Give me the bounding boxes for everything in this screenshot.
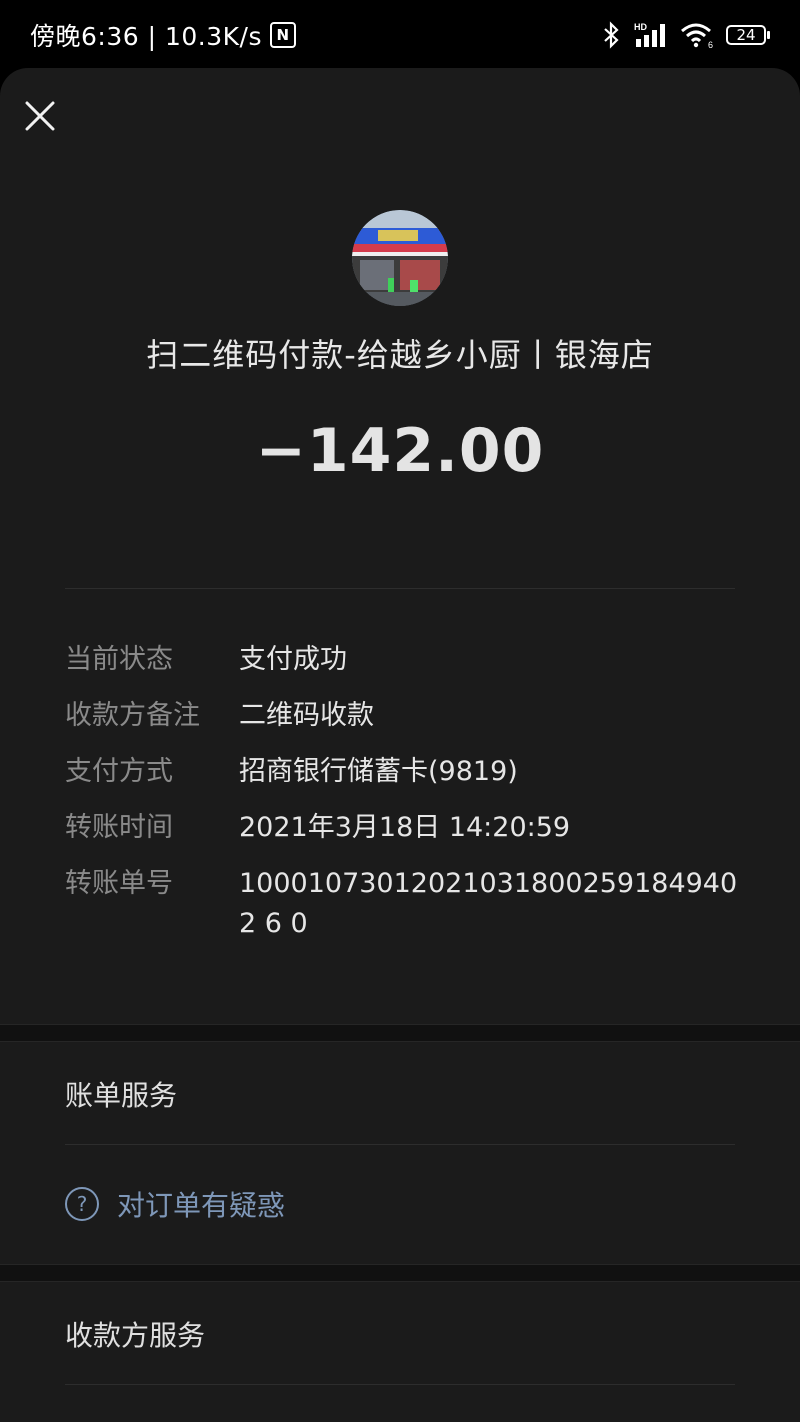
- order-question-link[interactable]: ? 对订单有疑惑: [65, 1184, 285, 1224]
- payee-service-title: 收款方服务: [65, 1319, 206, 1352]
- order-question-label: 对订单有疑惑: [117, 1189, 286, 1222]
- section-separator: [0, 1264, 800, 1282]
- merchant-avatar: [352, 210, 448, 306]
- divider: [65, 588, 735, 589]
- payment-amount: −142.00: [255, 416, 545, 486]
- detail-label: 转账单号: [65, 868, 173, 899]
- detail-value: 招商银行储蓄卡(9819): [239, 756, 518, 787]
- hd-label: HD: [634, 22, 647, 32]
- nfc-icon: N: [269, 22, 296, 48]
- question-icon: ?: [65, 1187, 99, 1221]
- detail-value: 支付成功: [239, 644, 347, 675]
- detail-label: 当前状态: [65, 644, 173, 675]
- transfer-number-value[interactable]: 100010730120210318002591849402 6 0: [239, 864, 739, 944]
- detail-label: 转账时间: [65, 812, 173, 843]
- status-right: HD 6 24: [602, 21, 770, 49]
- close-icon[interactable]: [22, 98, 58, 134]
- divider: [65, 1144, 735, 1145]
- wifi-6-label: 6: [708, 40, 713, 49]
- detail-value: 二维码收款: [239, 700, 374, 731]
- divider: [65, 1384, 735, 1385]
- bluetooth-icon: [604, 21, 619, 49]
- bill-service-title: 账单服务: [65, 1079, 178, 1112]
- battery-icon: 24: [726, 25, 770, 45]
- battery-level: 24: [726, 25, 766, 45]
- status-left: 傍晚6:36 | 10.3K/s N: [30, 17, 296, 53]
- detail-label: 支付方式: [65, 756, 173, 787]
- status-bar: 傍晚6:36 | 10.3K/s N HD 6 24: [0, 0, 800, 70]
- wifi-icon: 6: [681, 23, 713, 49]
- transaction-detail-sheet: 扫二维码付款-给越乡小厨丨银海店 −142.00 当前状态 支付成功 收款方备注…: [0, 68, 800, 1422]
- detail-value: 2021年3月18日 14:20:59: [239, 812, 571, 843]
- detail-label: 收款方备注: [65, 700, 200, 731]
- merchant-title: 扫二维码付款-给越乡小厨丨银海店: [146, 336, 654, 374]
- time-and-network-speed: 傍晚6:36 | 10.3K/s: [30, 22, 262, 51]
- cellular-signal-icon: HD: [634, 22, 665, 47]
- section-separator: [0, 1024, 800, 1042]
